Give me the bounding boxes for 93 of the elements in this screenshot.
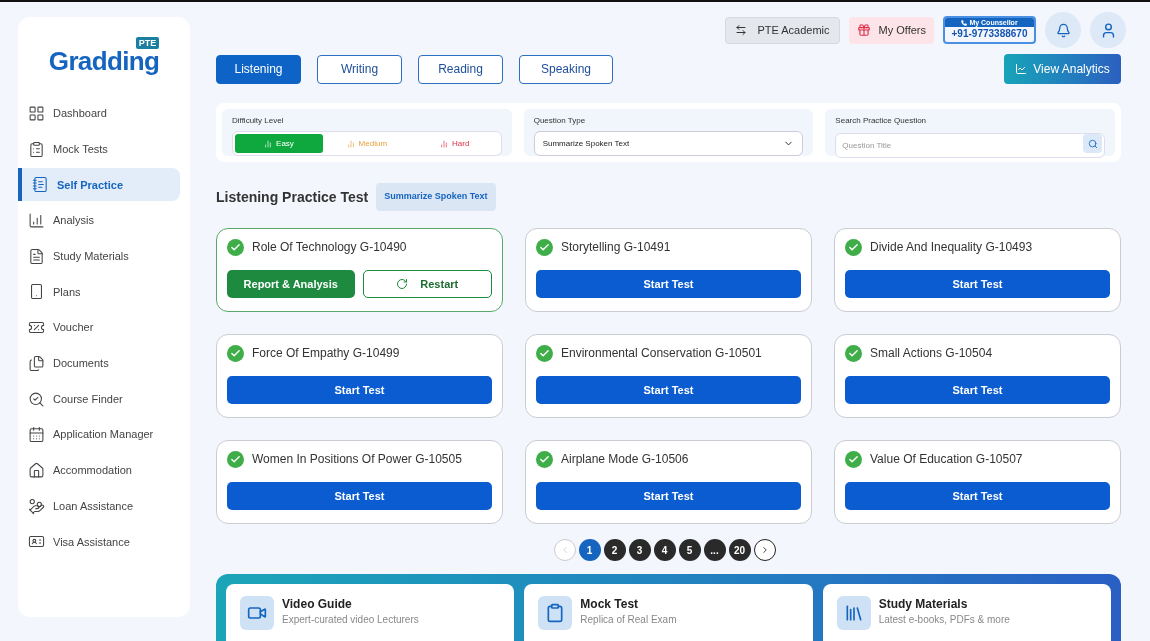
sidebar-item[interactable]: Visa Assistance [18,525,180,559]
section-tab[interactable]: Writing [317,54,402,84]
next-page-button[interactable] [753,539,776,561]
page-button[interactable]: 4 [653,539,676,561]
start-test-button[interactable]: Start Test [845,376,1110,404]
resource-subtitle: Latest e-books, PDFs & more [878,613,1010,627]
sidebar-item[interactable]: Study Materials [18,239,180,273]
start-test-button[interactable]: Start Test [536,482,801,510]
resource-title: Mock Test [580,596,640,612]
level-icon [440,139,449,148]
start-test-button[interactable]: Start Test [536,376,801,404]
sidebar-item[interactable]: Self Practice [18,168,180,202]
sidebar-item[interactable]: Accommodation [18,453,180,487]
section-title: Listening Practice Test [216,187,369,207]
profile-button[interactable] [1090,12,1126,48]
sidebar-item[interactable]: Mock Tests [18,132,180,166]
sidebar-item[interactable]: Voucher [18,311,180,345]
section-tab[interactable]: Listening [216,54,301,84]
page-button[interactable]: 1 [578,539,601,561]
test-title: Force Of Empathy G-10499 [252,345,400,362]
search-icon[interactable] [1083,134,1102,153]
swap-icon [735,24,748,36]
search-icon [28,390,45,408]
page-button[interactable]: 20 [728,539,751,561]
page-button[interactable]: 2 [603,539,626,561]
sidebar-item[interactable]: Analysis [18,204,180,238]
chart-icon [28,212,45,230]
start-test-button[interactable]: Start Test [845,270,1110,298]
sidebar-item[interactable]: Application Manager [18,418,180,452]
resource-title: Video Guide [282,596,353,612]
section-tab[interactable]: Reading [418,54,503,84]
start-test-button[interactable]: Start Test [536,270,801,298]
test-title: Role Of Technology G-10490 [252,239,407,256]
restart-button[interactable]: Restart [362,270,492,298]
logo: Gradding [48,48,160,74]
section-tab[interactable]: Speaking [519,54,613,84]
filter-label: Difficulty Level [232,115,285,127]
files-icon [28,354,45,372]
level-icon [264,139,273,148]
search-field[interactable]: Question Title [835,133,1105,158]
gift-icon [856,23,871,37]
grid-icon [28,105,45,122]
checklist-icon [28,140,45,158]
sidebar-item[interactable]: Documents [18,346,180,380]
logo-badge: PTE [135,37,160,49]
bell-icon [1055,22,1071,38]
question-type-tag: Summarize Spoken Text [376,183,496,211]
page-button[interactable]: ... [703,539,726,561]
view-analytics-button[interactable]: View Analytics [1004,54,1121,84]
test-title: Environmental Conservation G-10501 [561,345,762,362]
notification-button[interactable] [1045,12,1081,48]
resource-card[interactable]: Study Materials Latest e-books, PDFs & more [822,584,1111,641]
books-icon [836,596,871,630]
restart-icon [396,278,409,290]
start-test-button[interactable]: Start Test [227,482,492,510]
house-icon [28,461,45,479]
test-title: Divide And Inequality G-10493 [870,239,1033,256]
notebook-icon [32,176,49,194]
test-title: Airplane Mode G-10506 [561,451,689,468]
start-test-button[interactable]: Start Test [845,482,1110,510]
page-button[interactable]: 5 [678,539,701,561]
resource-subtitle: Expert-curated video Lecturers [282,613,419,627]
resource-title: Study Materials [878,596,969,612]
offers-button[interactable]: My Offers [848,16,934,44]
phone-icon [28,283,45,301]
sidebar-item[interactable]: Plans [18,275,180,309]
test-title: Women In Positions Of Power G-10505 [252,451,462,468]
resource-card[interactable]: Mock Test Replica of Real Exam [524,584,813,641]
start-test-button[interactable]: Start Test [227,376,492,404]
report-button[interactable]: Report & Analysis [227,270,355,298]
page-button[interactable]: 3 [628,539,651,561]
filter-label: Search Practice Question [835,115,928,127]
clipboard-icon [538,596,573,630]
sidebar-item[interactable]: Loan Assistance [18,489,180,523]
resource-subtitle: Replica of Real Exam [580,613,677,627]
video-icon [240,596,274,630]
resource-card[interactable]: Video Guide Expert-curated video Lecturers [226,584,515,641]
difficulty-option[interactable]: Hard [410,134,499,153]
level-icon [346,139,355,148]
calendar-icon [28,426,45,444]
counsellor-phone: +91-9773388670 [951,27,1028,41]
sidebar-item[interactable]: Dashboard [18,97,180,130]
test-title: Small Actions G-10504 [870,345,993,362]
document-icon [28,247,45,265]
sidebar-item[interactable]: Course Finder [18,382,180,416]
filter-label: Question Type [533,115,587,127]
coin-hand-icon [28,497,45,515]
question-type-dropdown[interactable]: Summarize Spoken Text [533,131,804,156]
phone-icon [961,19,968,26]
test-title: Storytelling G-10491 [561,239,671,256]
test-title: Value Of Education G-10507 [870,451,1023,468]
chart-icon [1015,63,1028,75]
exam-selector[interactable]: PTE Academic [725,16,840,44]
